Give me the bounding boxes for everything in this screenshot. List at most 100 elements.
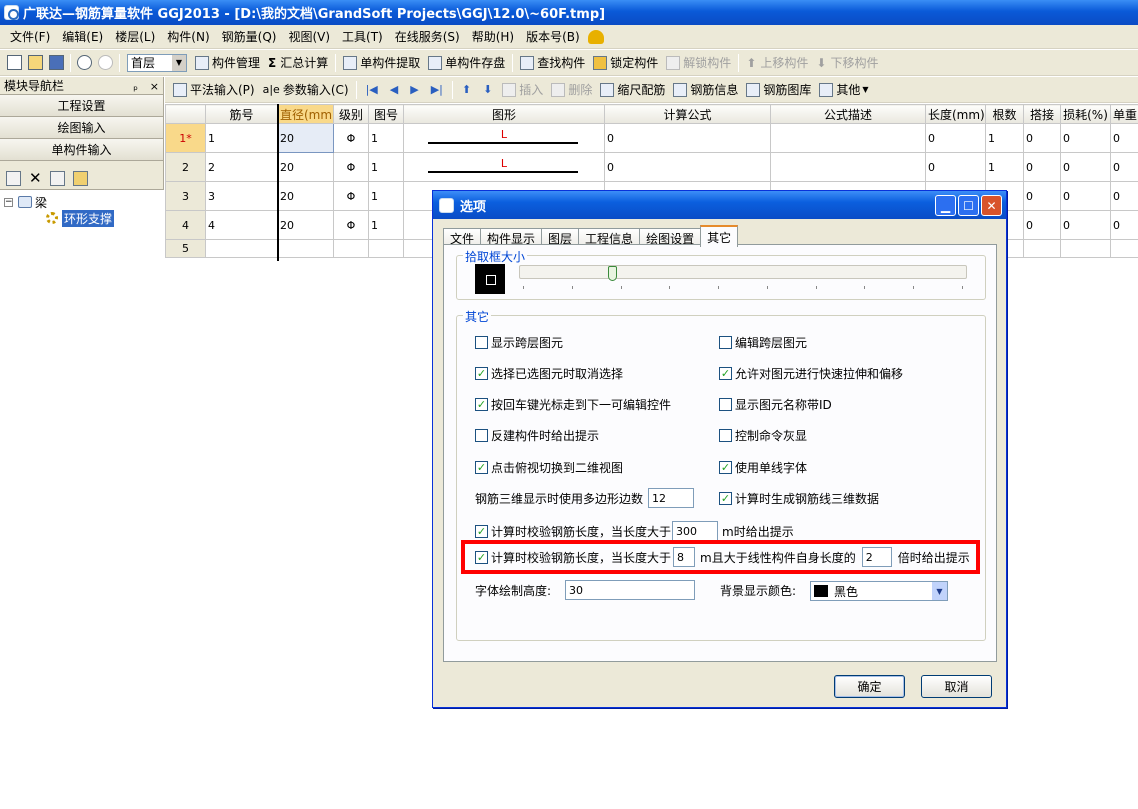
table-cell[interactable]: 1 bbox=[368, 152, 404, 182]
tree-node-ring-brace[interactable]: 环形支撑 bbox=[4, 209, 160, 227]
table-cell[interactable]: 3 bbox=[205, 181, 278, 211]
length-check-1-input[interactable]: 300 bbox=[672, 521, 719, 541]
table-cell[interactable]: 2 bbox=[205, 152, 278, 182]
col-header[interactable]: 计算公式 bbox=[604, 104, 771, 124]
row-header[interactable]: 2 bbox=[165, 152, 206, 182]
nav-project-settings[interactable]: 工程设置 bbox=[0, 95, 163, 117]
table-cell[interactable]: L bbox=[403, 123, 605, 153]
next-record-icon[interactable]: ▶ bbox=[410, 83, 418, 96]
chevron-down-icon[interactable]: ▼ bbox=[932, 582, 947, 600]
table-cell[interactable]: 0 bbox=[1110, 152, 1138, 182]
cancel-button[interactable]: 取消 bbox=[921, 675, 992, 698]
unlock-component-button[interactable]: 解锁构件 bbox=[662, 52, 735, 74]
lock-component-button[interactable]: 锁定构件 bbox=[589, 52, 662, 74]
prev-record-icon[interactable]: ◀ bbox=[390, 83, 398, 96]
single-extract-button[interactable]: 单构件提取 bbox=[339, 52, 424, 74]
chevron-down-icon[interactable]: ▼ bbox=[172, 54, 186, 71]
pin-icon[interactable]: ₚ bbox=[133, 80, 138, 93]
table-cell[interactable]: 20 bbox=[277, 123, 334, 153]
table-cell[interactable]: Φ bbox=[333, 152, 369, 182]
menu-version[interactable]: 版本号(B) bbox=[520, 28, 586, 45]
table-cell[interactable]: Φ bbox=[333, 181, 369, 211]
pickbox-slider[interactable] bbox=[519, 265, 967, 279]
table-cell[interactable]: 1 bbox=[985, 123, 1024, 153]
opt-deselect-selected[interactable]: ✓ 选择已选图元时取消选择 bbox=[475, 365, 623, 382]
row-header[interactable]: 4 bbox=[165, 210, 206, 240]
table-cell[interactable]: 0 bbox=[1023, 181, 1061, 211]
table-cell[interactable] bbox=[205, 239, 278, 258]
col-header[interactable]: 根数 bbox=[985, 104, 1024, 124]
move-down-button[interactable]: ⬇ 下移构件 bbox=[812, 52, 882, 74]
table-cell[interactable] bbox=[1023, 239, 1061, 258]
tree-node-beam[interactable]: − 梁 bbox=[4, 194, 160, 210]
table-cell[interactable] bbox=[368, 239, 404, 258]
param-input-button[interactable]: a|e 参数输入(C) bbox=[259, 79, 353, 101]
checkbox[interactable]: ✓ bbox=[475, 461, 488, 474]
col-header[interactable]: 长度(mm) bbox=[925, 104, 986, 124]
opt-gen-3d-data[interactable]: ✓ 计算时生成钢筋线三维数据 bbox=[719, 490, 879, 507]
save-icon[interactable] bbox=[49, 55, 64, 70]
minimize-icon[interactable]: ▁ bbox=[935, 195, 956, 216]
col-header[interactable]: 搭接 bbox=[1023, 104, 1061, 124]
component-manage-button[interactable]: 构件管理 bbox=[191, 52, 264, 74]
hat-icon[interactable] bbox=[587, 29, 604, 44]
opt-edit-cross-floor[interactable]: 编辑跨层图元 bbox=[719, 334, 807, 351]
scale-rebar-button[interactable]: 缩尺配筋 bbox=[596, 79, 669, 101]
menu-view[interactable]: 视图(V) bbox=[282, 28, 336, 45]
redo-icon[interactable] bbox=[98, 55, 113, 70]
col-header[interactable]: 公式描述 bbox=[770, 104, 926, 124]
table-cell[interactable]: 20 bbox=[277, 210, 334, 240]
table-cell[interactable]: 1 bbox=[368, 123, 404, 153]
checkbox[interactable]: ✓ bbox=[719, 461, 732, 474]
nav-single-component-input[interactable]: 单构件输入 bbox=[0, 139, 163, 161]
table-cell[interactable] bbox=[770, 123, 926, 153]
insert-button[interactable]: 插入 bbox=[498, 79, 547, 101]
nav-drawing-input[interactable]: 绘图输入 bbox=[0, 117, 163, 139]
floor-select[interactable]: 首层 ▼ bbox=[127, 53, 187, 72]
menu-help[interactable]: 帮助(H) bbox=[466, 28, 520, 45]
open-folder-icon[interactable] bbox=[28, 55, 43, 70]
tab-other[interactable]: 其它 bbox=[700, 225, 739, 247]
table-cell[interactable]: 0 bbox=[1023, 210, 1061, 240]
checkbox[interactable]: ✓ bbox=[475, 524, 488, 538]
table-cell[interactable] bbox=[1060, 239, 1111, 258]
table-cell[interactable]: 0 bbox=[925, 152, 986, 182]
pickbox-slider-thumb[interactable] bbox=[608, 266, 617, 281]
table-cell[interactable]: 0 bbox=[604, 123, 771, 153]
opt-enter-next[interactable]: ✓ 按回车键光标走到下一可编辑控件 bbox=[475, 396, 671, 413]
last-record-icon[interactable]: ▶| bbox=[431, 83, 443, 96]
other-button[interactable]: 其他 ▼ bbox=[815, 79, 872, 101]
checkbox[interactable] bbox=[719, 429, 732, 442]
find-component-button[interactable]: 查找构件 bbox=[516, 52, 589, 74]
col-header[interactable]: 直径(mm) bbox=[277, 104, 334, 124]
menu-rebar[interactable]: 钢筋量(Q) bbox=[216, 28, 283, 45]
list-icon[interactable] bbox=[6, 170, 21, 186]
col-header[interactable]: 单重 bbox=[1110, 104, 1138, 124]
col-header[interactable]: 筋号 bbox=[205, 104, 278, 124]
table-cell[interactable] bbox=[770, 152, 926, 182]
table-cell[interactable]: 4 bbox=[205, 210, 278, 240]
delete-icon[interactable]: ✕ bbox=[29, 169, 42, 187]
checkbox[interactable]: ✓ bbox=[719, 367, 732, 380]
table-cell[interactable]: 0 bbox=[1110, 181, 1138, 211]
col-header[interactable]: 级别 bbox=[333, 104, 369, 124]
maximize-icon[interactable]: ☐ bbox=[958, 195, 979, 216]
table-row[interactable]: 2 2 20 Φ 1 L 0 0 1 0 0 0 bbox=[165, 152, 1138, 182]
checkbox[interactable]: ✓ bbox=[475, 398, 488, 411]
font-height-input[interactable]: 30 bbox=[565, 580, 696, 600]
move-up-button[interactable]: ⬆ 上移构件 bbox=[742, 52, 812, 74]
table-cell[interactable]: 0 bbox=[1023, 152, 1061, 182]
table-cell[interactable]: Φ bbox=[333, 210, 369, 240]
checkbox[interactable] bbox=[719, 398, 732, 411]
opt-quick-stretch[interactable]: ✓ 允许对图元进行快速拉伸和偏移 bbox=[719, 365, 903, 382]
table-cell[interactable]: 0 bbox=[1060, 123, 1111, 153]
rebar-library-button[interactable]: 钢筋图库 bbox=[742, 79, 815, 101]
checkbox[interactable]: ✓ bbox=[475, 367, 488, 380]
polygon-sides-input[interactable]: 12 bbox=[648, 488, 695, 508]
table-cell[interactable]: 0 bbox=[604, 152, 771, 182]
table-cell[interactable] bbox=[333, 239, 369, 258]
table-cell[interactable]: 0 bbox=[1110, 210, 1138, 240]
opt-single-line-font[interactable]: ✓ 使用单线字体 bbox=[719, 459, 807, 476]
table-cell[interactable]: 0 bbox=[1060, 152, 1111, 182]
table-cell[interactable]: 0 bbox=[925, 123, 986, 153]
